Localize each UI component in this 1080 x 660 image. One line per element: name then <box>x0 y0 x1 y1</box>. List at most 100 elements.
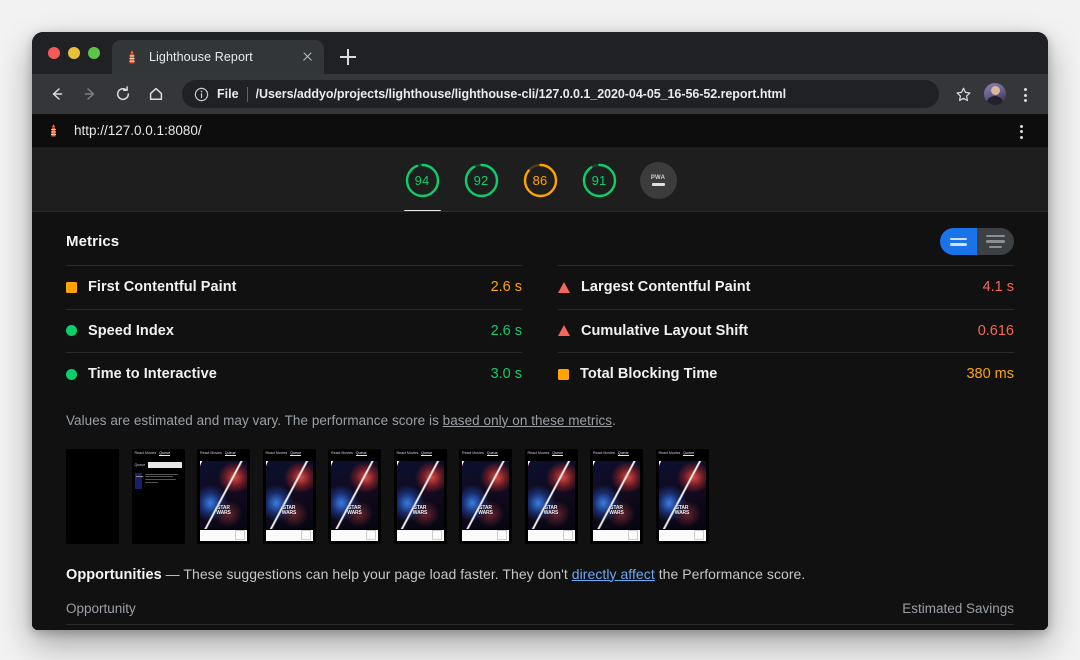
poster-logo: STAR WARS <box>331 506 378 515</box>
poster-artwork <box>331 461 378 529</box>
frame-label-line <box>136 476 143 477</box>
filmstrip-frame-blank[interactable] <box>66 449 119 544</box>
movie-poster: STAR WARS <box>659 461 706 529</box>
frame-content: React Movies Queue STAR WARS <box>590 449 643 544</box>
browser-window: Lighthouse Report <box>32 32 1048 630</box>
gauge-best-practices[interactable]: 86 <box>522 162 559 199</box>
pwa-dash-icon <box>652 183 665 186</box>
movie-poster: STAR WARS <box>200 461 247 529</box>
poster-caption <box>593 530 640 541</box>
poster-logo: STAR WARS <box>659 506 706 515</box>
gauge-seo[interactable]: 91 <box>581 162 618 199</box>
back-button[interactable] <box>42 79 72 109</box>
frame-nav-brand: React Movies <box>266 451 288 455</box>
frame-navbar: React Movies Queue <box>197 449 250 458</box>
movie-poster: STAR WARS <box>462 461 509 529</box>
gauge-score: 92 <box>474 173 489 188</box>
movie-poster: STAR WARS <box>528 461 575 529</box>
metric-row[interactable]: Total Blocking Time 380 ms <box>558 352 1014 396</box>
frame-nav-brand: React Movies <box>135 451 157 455</box>
toggle-expanded-view[interactable] <box>977 228 1014 255</box>
metric-value: 3.0 s <box>491 366 522 382</box>
movie-poster: STAR WARS <box>266 461 313 529</box>
browser-toolbar: File /Users/addyo/projects/lighthouse/li… <box>32 74 1048 114</box>
metric-name: Largest Contentful Paint <box>581 279 972 295</box>
triangle-icon <box>558 282 570 293</box>
address-bar[interactable]: File /Users/addyo/projects/lighthouse/li… <box>182 80 939 108</box>
poster-caption <box>266 530 313 541</box>
address-bar-url: /Users/addyo/projects/lighthouse/lightho… <box>256 87 786 101</box>
directly-affect-link[interactable]: directly affect <box>572 566 655 582</box>
frame-nav-link: Queue <box>683 451 694 456</box>
gauge-pwa[interactable]: PWA <box>640 162 677 199</box>
metric-value: 380 ms <box>966 366 1014 382</box>
metrics-card: Metrics <box>66 212 1014 396</box>
frame-content: React Movies Queue STAR WARS <box>197 449 250 544</box>
filmstrip-frame-poster[interactable]: React Movies Queue STAR WARS <box>328 449 381 544</box>
opportunities-text-after: the Performance score. <box>655 566 806 582</box>
new-tab-button[interactable] <box>334 43 362 71</box>
metric-row[interactable]: Cumulative Layout Shift 0.616 <box>558 309 1014 353</box>
poster-logo: STAR WARS <box>200 506 247 515</box>
frame-nav-link: Queue <box>552 451 563 456</box>
poster-caption <box>397 530 444 541</box>
bar <box>986 240 1005 243</box>
lighthouse-icon <box>46 123 61 138</box>
browser-menu-button[interactable] <box>1012 80 1038 108</box>
report-url: http://127.0.0.1:8080/ <box>74 123 1008 138</box>
filmstrip-frame-poster[interactable]: React Movies Queue STAR WARS <box>197 449 250 544</box>
metric-row[interactable]: First Contentful Paint 2.6 s <box>66 265 522 309</box>
frame-content: React Movies Queue STAR WARS <box>263 449 316 544</box>
filmstrip-frame-poster[interactable]: React Movies Queue STAR WARS <box>525 449 578 544</box>
square-icon <box>558 369 569 380</box>
reload-button[interactable] <box>108 79 138 109</box>
frame-navbar: React Movies Queue <box>328 449 381 458</box>
report-menu-button[interactable] <box>1008 117 1034 145</box>
frame-nav-link: Queue <box>487 451 498 456</box>
poster-caption <box>528 530 575 541</box>
home-button[interactable] <box>141 79 171 109</box>
gauge-performance[interactable]: 94 <box>404 162 441 199</box>
metric-name: Speed Index <box>88 323 480 339</box>
filmstrip-frame-text[interactable]: React Movies Queue Queue <box>132 449 185 544</box>
bookmark-star-icon[interactable] <box>948 79 978 109</box>
movie-poster: STAR WARS <box>397 461 444 529</box>
filmstrip-frame-poster[interactable]: React Movies Queue STAR WARS <box>394 449 447 544</box>
estimate-note-text: Values are estimated and may vary. The p… <box>66 413 443 428</box>
metric-row[interactable]: Time to Interactive 3.0 s <box>66 352 522 396</box>
poster-artwork <box>462 461 509 529</box>
toggle-simple-view[interactable] <box>940 228 977 255</box>
window-close-button[interactable] <box>48 47 60 59</box>
estimate-note: Values are estimated and may vary. The p… <box>66 413 1014 428</box>
triangle-icon <box>558 325 570 336</box>
window-minimize-button[interactable] <box>68 47 80 59</box>
filmstrip-frame-poster[interactable]: React Movies Queue STAR WARS <box>459 449 512 544</box>
bar <box>989 246 1002 249</box>
poster-logo: STAR WARS <box>462 506 509 515</box>
filmstrip-frame-poster[interactable]: React Movies Queue STAR WARS <box>656 449 709 544</box>
metrics-view-toggle[interactable] <box>940 228 1014 255</box>
metric-row[interactable]: Speed Index 2.6 s <box>66 309 522 353</box>
column-header-estimated-savings: Estimated Savings <box>902 601 1014 616</box>
poster-caption <box>659 530 706 541</box>
opportunities-heading: Opportunities <box>66 567 162 583</box>
filmstrip-frame-poster[interactable]: React Movies Queue STAR WARS <box>263 449 316 544</box>
frame-nav-brand: React Movies <box>397 451 419 455</box>
gauge-accessibility[interactable]: 92 <box>463 162 500 199</box>
window-maximize-button[interactable] <box>88 47 100 59</box>
frame-nav-link: Queue <box>225 451 236 456</box>
frame-nav-link: Queue <box>421 451 432 456</box>
metrics-docs-link[interactable]: based only on these metrics <box>443 413 612 428</box>
metric-row[interactable]: Largest Contentful Paint 4.1 s <box>558 265 1014 309</box>
forward-button[interactable] <box>75 79 105 109</box>
tab-title: Lighthouse Report <box>149 50 289 64</box>
score-gauges: 94 92 86 <box>32 148 1048 212</box>
filmstrip-frame-poster[interactable]: React Movies Queue STAR WARS <box>590 449 643 544</box>
avatar[interactable] <box>984 83 1006 105</box>
poster-logo: STAR WARS <box>397 506 444 515</box>
close-icon[interactable] <box>298 48 316 66</box>
frame-nav-brand: React Movies <box>462 451 484 455</box>
browser-tab-lighthouse-report[interactable]: Lighthouse Report <box>112 40 324 74</box>
metric-value: 0.616 <box>978 323 1014 339</box>
frame-nav-brand: React Movies <box>593 451 615 455</box>
